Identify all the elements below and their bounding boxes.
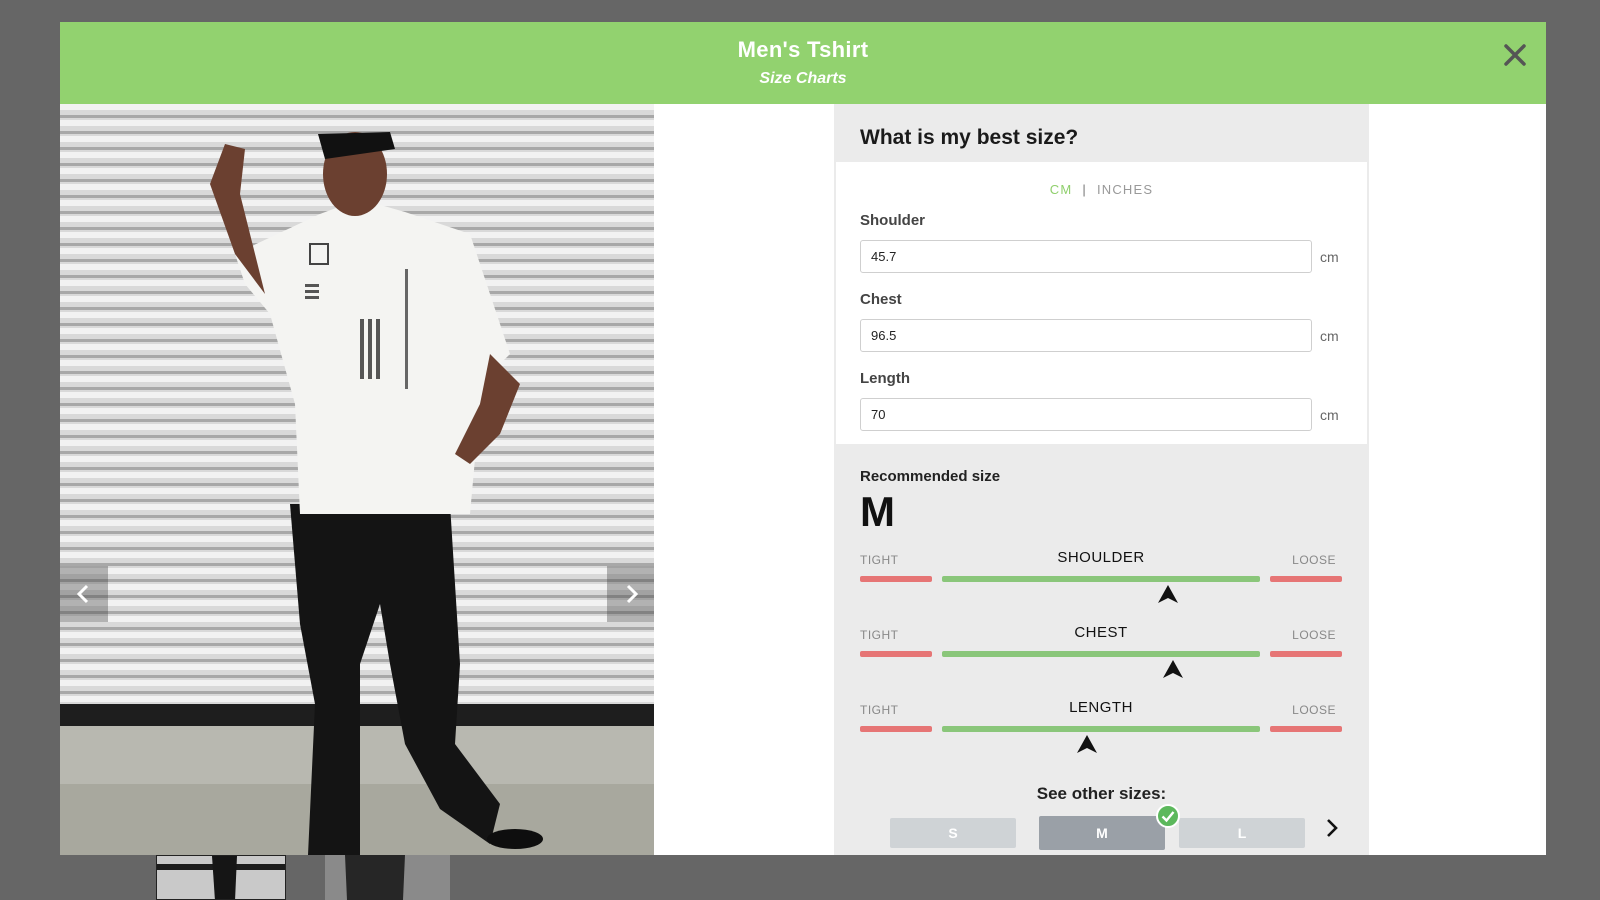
thumbnail-2[interactable] xyxy=(325,855,450,900)
recommended-size-value: M xyxy=(860,488,895,535)
loose-zone-bar xyxy=(1270,576,1342,582)
fit-loose-label: LOOSE xyxy=(1292,703,1336,717)
shoulder-unit: cm xyxy=(1320,249,1339,265)
tight-zone-bar xyxy=(860,726,932,732)
selected-check-icon xyxy=(1156,804,1180,828)
loose-zone-bar xyxy=(1270,726,1342,732)
unit-separator: | xyxy=(1082,182,1087,197)
chest-unit: cm xyxy=(1320,328,1339,344)
good-fit-bar xyxy=(942,576,1260,582)
measurement-form: CM | INCHES Shoulder cm Chest cm Length cm xyxy=(836,162,1367,444)
modal-subtitle: Size Charts xyxy=(759,70,847,87)
unit-toggle: CM | INCHES xyxy=(836,182,1367,197)
previous-image-button[interactable] xyxy=(60,566,108,622)
length-label: Length xyxy=(860,370,910,387)
recommended-size-label: Recommended size xyxy=(860,468,1001,485)
size-s-button[interactable]: S xyxy=(890,818,1016,848)
modal-header: Men's Tshirt Size Charts xyxy=(60,22,1546,104)
chest-label: Chest xyxy=(860,291,902,308)
shoulder-input[interactable] xyxy=(860,240,1312,273)
length-input[interactable] xyxy=(860,398,1312,431)
thumbnail-image xyxy=(157,856,285,899)
good-fit-bar xyxy=(942,651,1260,657)
unit-inches-toggle[interactable]: INCHES xyxy=(1097,182,1153,197)
thumbnail-1[interactable] xyxy=(156,855,286,900)
best-size-panel: What is my best size? CM | INCHES Shoulder… xyxy=(834,104,1369,855)
fit-marker-icon xyxy=(1163,660,1184,678)
tight-zone-bar xyxy=(860,576,932,582)
chevron-left-icon xyxy=(76,584,89,604)
thumbnail-image xyxy=(325,855,450,900)
best-size-heading: What is my best size? xyxy=(834,104,1369,162)
fit-scale-chest: TIGHT CHEST LOOSE xyxy=(860,622,1342,686)
fit-loose-label: LOOSE xyxy=(1292,553,1336,567)
size-chart-modal: Men's Tshirt Size Charts What is my best… xyxy=(60,22,1546,855)
fit-scale-shoulder: TIGHT SHOULDER LOOSE xyxy=(860,547,1342,611)
chevron-right-icon xyxy=(626,584,639,604)
good-fit-bar xyxy=(942,726,1260,732)
chevron-right-icon[interactable] xyxy=(1322,816,1342,840)
close-button[interactable] xyxy=(1500,40,1530,70)
close-icon xyxy=(1504,44,1526,66)
product-photo xyxy=(60,104,654,855)
modal-title: Men's Tshirt xyxy=(737,37,869,62)
see-other-sizes-label: See other sizes: xyxy=(1036,784,1167,803)
model-wearing-tshirt-image xyxy=(60,104,654,855)
loose-zone-bar xyxy=(1270,651,1342,657)
fit-scale-name: CHEST xyxy=(1074,624,1128,641)
size-l-button[interactable]: L xyxy=(1179,818,1305,848)
fit-scale-name: SHOULDER xyxy=(1057,549,1145,566)
tight-zone-bar xyxy=(860,651,932,657)
fit-marker-icon xyxy=(1158,585,1179,603)
next-image-button[interactable] xyxy=(607,566,654,622)
fit-marker-icon xyxy=(1076,735,1097,753)
length-unit: cm xyxy=(1320,407,1339,423)
best-size-heading-text: What is my best size? xyxy=(860,126,1079,149)
fit-scale-name: LENGTH xyxy=(1069,699,1133,716)
fit-loose-label: LOOSE xyxy=(1292,628,1336,642)
size-m-button[interactable]: M xyxy=(1039,816,1165,850)
chest-input[interactable] xyxy=(860,319,1312,352)
fit-scale-length: TIGHT LENGTH LOOSE xyxy=(860,697,1342,761)
unit-cm-toggle[interactable]: CM xyxy=(1050,182,1073,197)
shoulder-label: Shoulder xyxy=(860,212,926,229)
